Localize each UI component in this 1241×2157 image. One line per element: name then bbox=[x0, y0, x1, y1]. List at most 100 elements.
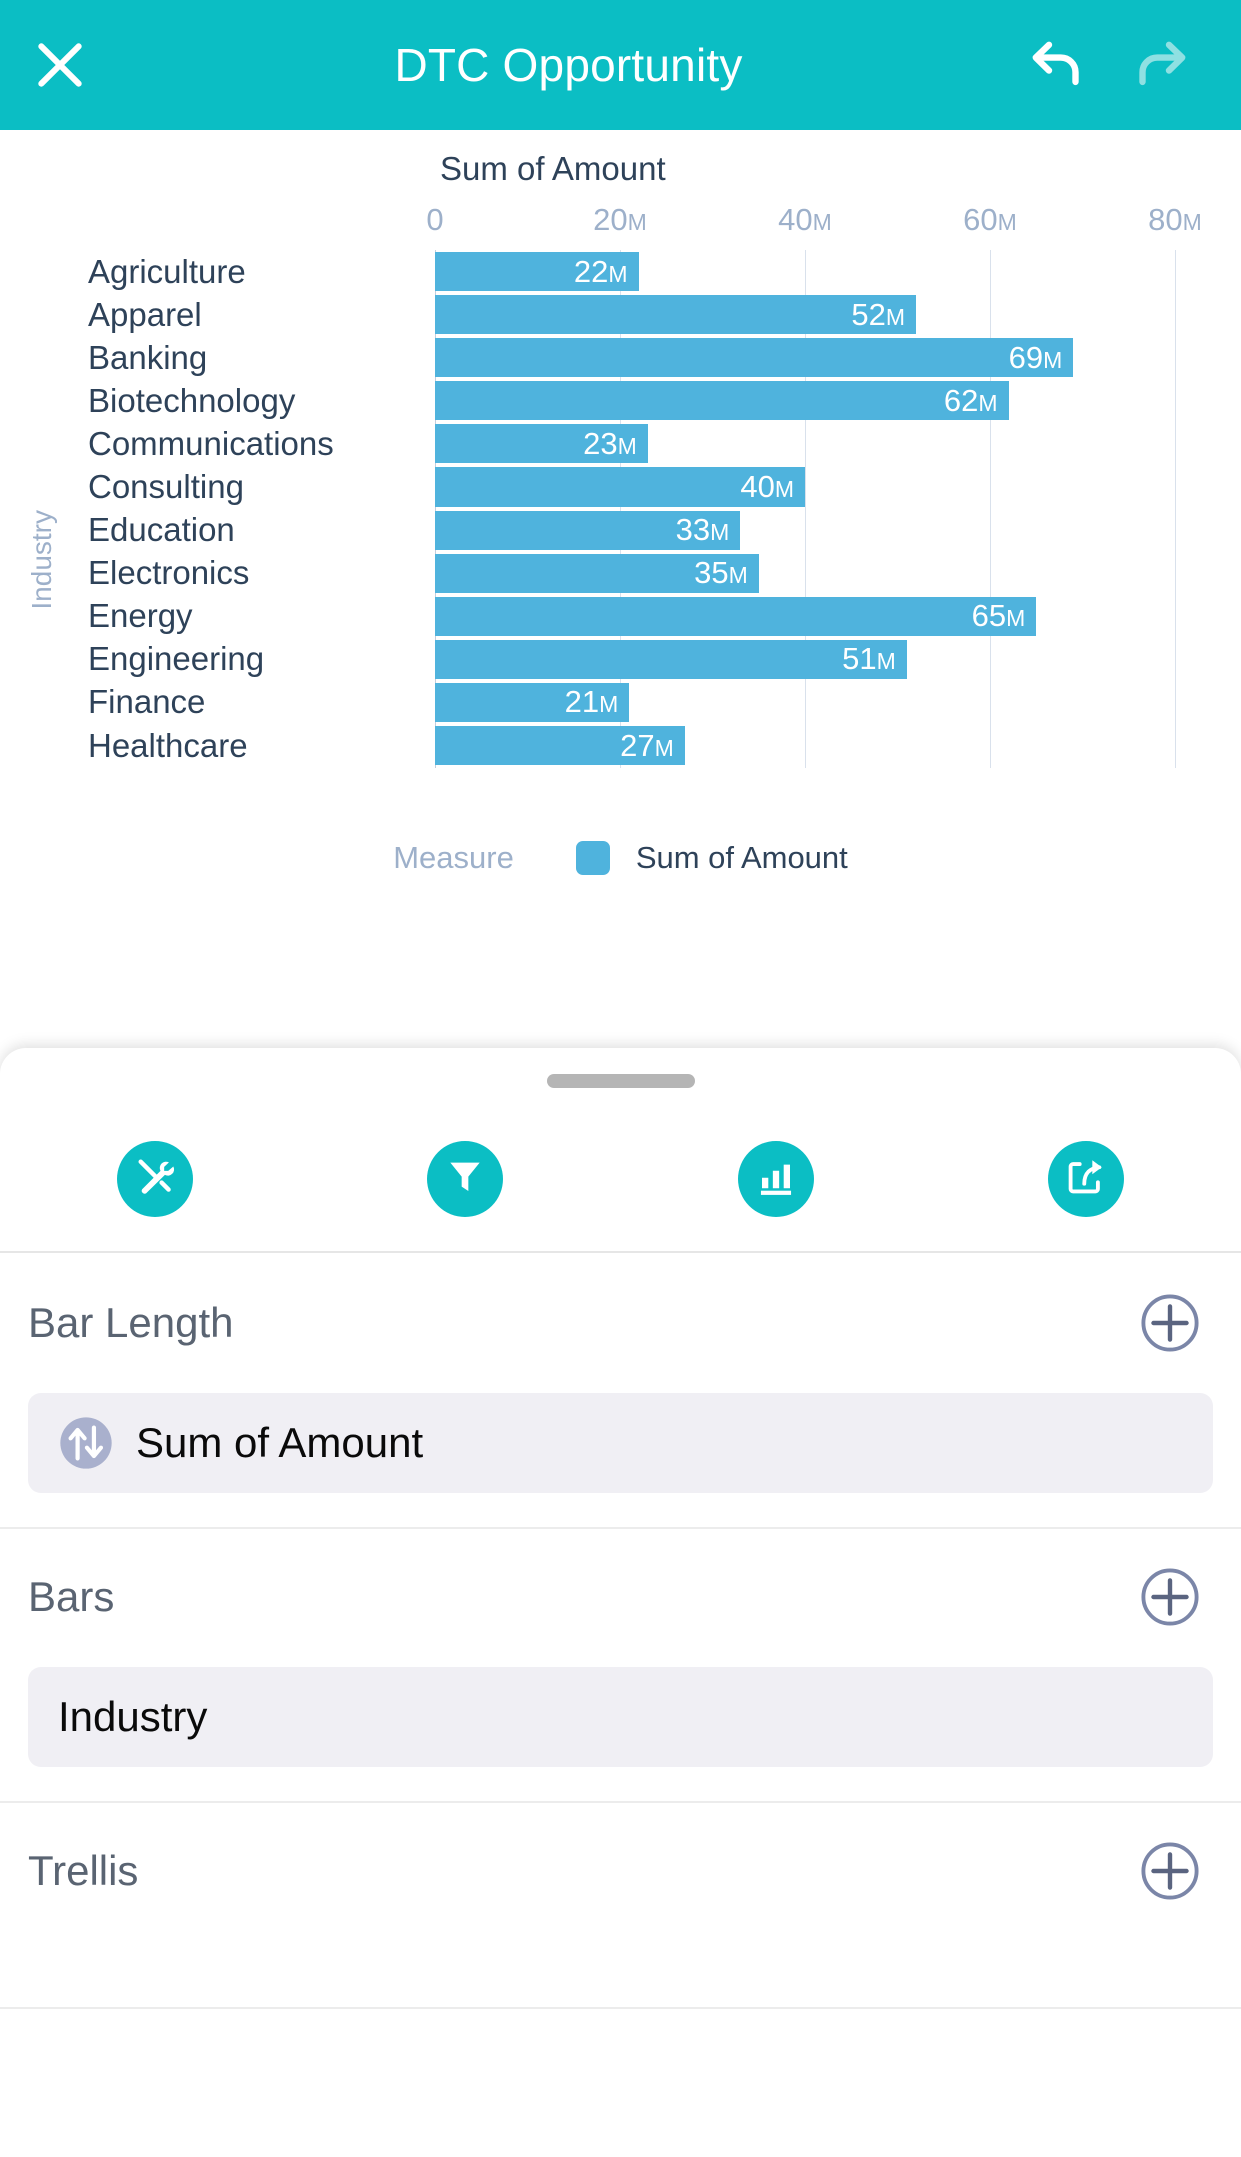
toolbar-slot-tools bbox=[0, 1141, 310, 1217]
bar-track: 23M bbox=[435, 424, 1241, 463]
section-header: Bar Length bbox=[0, 1253, 1241, 1393]
bar[interactable]: 65M bbox=[435, 597, 1036, 636]
chart-icon bbox=[755, 1155, 797, 1202]
bar-track: 33M bbox=[435, 511, 1241, 550]
bar-track: 51M bbox=[435, 640, 1241, 679]
chart-row[interactable]: Consulting40M bbox=[0, 465, 1241, 508]
add-field-button[interactable] bbox=[1139, 1840, 1201, 1902]
chart-row[interactable]: Communications 23M bbox=[0, 422, 1241, 465]
category-label: Electronics bbox=[0, 554, 405, 592]
section-title: Trellis bbox=[0, 1847, 138, 1895]
section-bar-length: Bar Length Sum of Amount bbox=[0, 1253, 1241, 1529]
toolbar-slot-chart bbox=[621, 1141, 931, 1217]
legend-entry-label: Sum of Amount bbox=[636, 840, 848, 876]
close-button[interactable] bbox=[0, 0, 120, 130]
bar-value-label: 40M bbox=[740, 469, 805, 505]
x-axis-tick-3: 60M bbox=[963, 202, 1017, 238]
add-field-button[interactable] bbox=[1139, 1566, 1201, 1628]
filter-button[interactable] bbox=[427, 1141, 503, 1217]
section-trellis: Trellis bbox=[0, 1801, 1241, 2009]
chart-row[interactable]: Education 33M bbox=[0, 509, 1241, 552]
category-label: Healthcare bbox=[0, 727, 405, 765]
chart-row[interactable]: Healthcare 27M bbox=[0, 724, 1241, 767]
section-header: Bars bbox=[0, 1527, 1241, 1667]
undo-icon bbox=[1029, 37, 1087, 94]
field-chip[interactable]: Industry bbox=[28, 1667, 1213, 1767]
chart-row[interactable]: Engineering 51M bbox=[0, 638, 1241, 681]
bar[interactable]: 21M bbox=[435, 683, 629, 722]
undo-button[interactable] bbox=[1027, 34, 1089, 96]
bar[interactable]: 52M bbox=[435, 295, 916, 334]
add-field-button[interactable] bbox=[1139, 1292, 1201, 1354]
plot-area: Agriculture22MApparel 52MBanking69MBiotec… bbox=[0, 250, 1241, 768]
bar-track: 62M bbox=[435, 381, 1241, 420]
category-label: Apparel bbox=[0, 296, 405, 334]
bar-value-label: 23M bbox=[583, 426, 648, 462]
redo-button[interactable] bbox=[1129, 34, 1191, 96]
bar[interactable]: 51M bbox=[435, 640, 907, 679]
x-axis-tick-0: 0 bbox=[426, 202, 443, 238]
bar[interactable]: 33M bbox=[435, 511, 740, 550]
share-button[interactable] bbox=[1048, 1141, 1124, 1217]
bar-value-label: 62M bbox=[944, 383, 1009, 419]
bar[interactable]: 27M bbox=[435, 726, 685, 765]
app-root: DTC Opportunity bbox=[0, 0, 1241, 2157]
chart-row[interactable]: Apparel 52M bbox=[0, 293, 1241, 336]
tools-button[interactable] bbox=[117, 1141, 193, 1217]
toolbar-slot-filter bbox=[310, 1141, 620, 1217]
section-header: Trellis bbox=[0, 1801, 1241, 1941]
section-empty-area[interactable] bbox=[0, 1941, 1241, 2007]
legend-title: Measure bbox=[393, 840, 514, 876]
chart-row[interactable]: Electronics 35M bbox=[0, 552, 1241, 595]
tools-icon bbox=[133, 1154, 177, 1203]
bar[interactable]: 69M bbox=[435, 338, 1073, 377]
chart-button[interactable] bbox=[738, 1141, 814, 1217]
category-label: Education bbox=[0, 511, 405, 549]
bar[interactable]: 23M bbox=[435, 424, 648, 463]
x-axis-tick-2: 40M bbox=[778, 202, 832, 238]
bar-track: 35M bbox=[435, 554, 1241, 593]
bar-value-label: 27M bbox=[620, 728, 685, 764]
bar-value-label: 35M bbox=[694, 555, 759, 591]
share-icon bbox=[1065, 1155, 1107, 1202]
category-label: Engineering bbox=[0, 640, 405, 678]
chart-legend: Measure Sum of Amount bbox=[0, 840, 1241, 876]
bar-track: 21M bbox=[435, 683, 1241, 722]
app-header: DTC Opportunity bbox=[0, 0, 1241, 130]
legend-swatch bbox=[576, 841, 610, 875]
sheet-drag-handle[interactable] bbox=[547, 1074, 695, 1088]
filter-icon bbox=[445, 1155, 485, 1202]
header-actions bbox=[1027, 34, 1241, 96]
bar-track: 27M bbox=[435, 726, 1241, 765]
chart-row[interactable]: Finance 21M bbox=[0, 681, 1241, 724]
bar[interactable]: 40M bbox=[435, 467, 805, 506]
x-axis-tick-1: 20M bbox=[593, 202, 647, 238]
bar-value-label: 51M bbox=[842, 641, 907, 677]
redo-icon bbox=[1131, 37, 1189, 94]
bar[interactable]: 22M bbox=[435, 252, 639, 291]
field-chip-label: Sum of Amount bbox=[136, 1419, 423, 1467]
bar-track: 65M bbox=[435, 597, 1241, 636]
bar-value-label: 65M bbox=[972, 598, 1037, 634]
bar-value-label: 52M bbox=[851, 297, 916, 333]
bar[interactable]: 62M bbox=[435, 381, 1009, 420]
category-label: Communications bbox=[0, 425, 405, 463]
chart-row[interactable]: Biotechnology 62M bbox=[0, 379, 1241, 422]
chart-row[interactable]: Banking69M bbox=[0, 336, 1241, 379]
measure-icon bbox=[58, 1415, 114, 1471]
chart-row[interactable]: Energy 65M bbox=[0, 595, 1241, 638]
section-title: Bar Length bbox=[0, 1299, 234, 1347]
chart-row[interactable]: Agriculture22M bbox=[0, 250, 1241, 293]
field-chip[interactable]: Sum of Amount bbox=[28, 1393, 1213, 1493]
category-label: Finance bbox=[0, 683, 405, 721]
chart-measure-title: Sum of Amount bbox=[440, 150, 666, 188]
bar-track: 69M bbox=[435, 338, 1241, 377]
category-label: Energy bbox=[0, 597, 405, 635]
bar-value-label: 21M bbox=[565, 684, 630, 720]
bar-value-label: 33M bbox=[676, 512, 741, 548]
bar[interactable]: 35M bbox=[435, 554, 759, 593]
chart-container: Sum of Amount 020M40M60M80M Industry Agr… bbox=[0, 130, 1241, 1030]
section-bars: Bars Industry bbox=[0, 1527, 1241, 1803]
x-axis-tick-labels: 020M40M60M80M bbox=[0, 202, 1241, 242]
category-label: Biotechnology bbox=[0, 382, 405, 420]
